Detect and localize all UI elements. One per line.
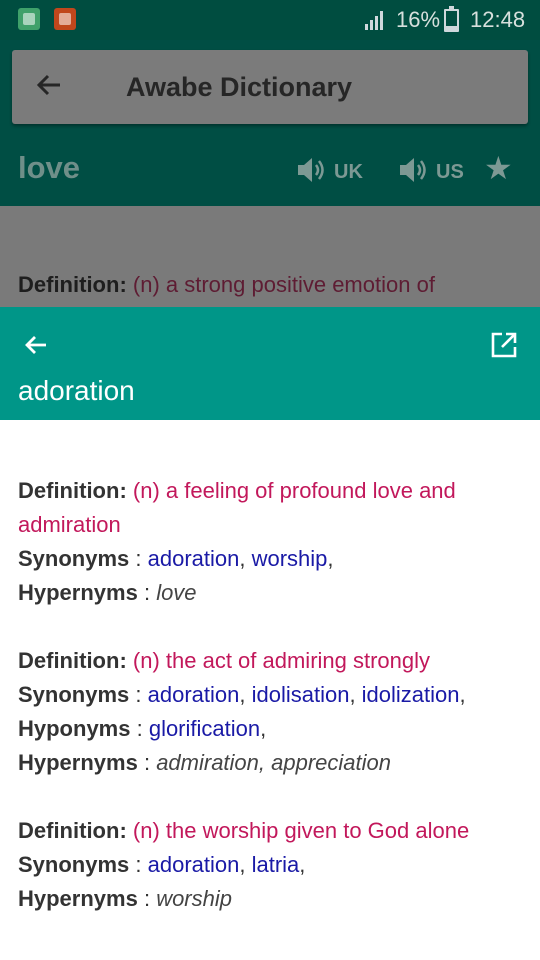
- hyponym-link[interactable]: glorification: [149, 716, 260, 741]
- notification-app-icon: [18, 8, 40, 30]
- definition-label: Definition: [18, 818, 120, 843]
- synonyms-colon: :: [129, 852, 148, 877]
- sense-entry: Definition: (n) the act of admiring stro…: [18, 644, 528, 780]
- hypernyms-line: Hypernyms : admiration, appreciation: [18, 746, 528, 780]
- back-arrow-icon[interactable]: [20, 329, 52, 361]
- battery-percentage: 16%: [396, 7, 441, 32]
- hypernyms-colon: :: [137, 580, 157, 605]
- definition-line: Definition: (n) a feeling of profound lo…: [18, 474, 528, 542]
- synonyms-label: Synonyms: [18, 546, 130, 571]
- signal-icon: [365, 11, 383, 30]
- app-toolbar: Awabe Dictionary: [12, 50, 528, 124]
- synonyms-colon: :: [129, 682, 148, 707]
- sense-entry: Definition: (n) the worship given to God…: [18, 814, 528, 916]
- hypernyms-line: Hypernyms : worship: [18, 882, 528, 916]
- speaker-icon[interactable]: [398, 156, 430, 184]
- pronounce-uk-label[interactable]: UK: [334, 161, 363, 184]
- definition-line: Definition: (n) the act of admiring stro…: [18, 644, 528, 678]
- synonyms-line: Synonyms : adoration, idolisation, idoli…: [18, 682, 466, 707]
- hypernyms-line: Hypernyms : love: [18, 576, 528, 610]
- synonyms-line: Synonyms : adoration, latria,: [18, 852, 306, 877]
- sheet-word-title: adoration: [18, 375, 135, 406]
- app-title: Awabe Dictionary: [126, 72, 353, 102]
- notification-app-icon: [54, 8, 76, 30]
- synonym-link[interactable]: idolisation: [252, 682, 350, 707]
- definition-colon: :: [119, 818, 127, 843]
- speaker-icon[interactable]: [296, 156, 328, 184]
- sense-entry: Definition: (n) a feeling of profound lo…: [18, 474, 528, 610]
- synonym-link[interactable]: worship: [252, 546, 328, 571]
- hypernyms-label: Hypernyms: [18, 886, 138, 911]
- star-icon[interactable]: ★: [484, 152, 513, 184]
- hyponyms-label: Hyponyms: [18, 716, 131, 741]
- definition-label: Definition: [18, 272, 120, 297]
- definition-line: Definition: (n) the worship given to God…: [18, 814, 528, 848]
- synonyms-colon: :: [129, 546, 148, 571]
- definition-colon: :: [119, 272, 127, 297]
- headword: love: [18, 150, 81, 185]
- synonym-link[interactable]: adoration: [148, 682, 240, 707]
- back-arrow-icon[interactable]: [34, 70, 64, 100]
- hypernyms-text: admiration, appreciation: [156, 750, 391, 775]
- synonyms-label: Synonyms: [18, 852, 130, 877]
- synonym-link[interactable]: adoration: [148, 852, 240, 877]
- synonyms-line: Synonyms : adoration, worship,: [18, 546, 334, 571]
- status-bar: 16% 12:48: [0, 0, 540, 40]
- hypernyms-colon: :: [137, 750, 157, 775]
- pronounce-us-label[interactable]: US: [436, 161, 464, 184]
- definition-label: Definition: [18, 478, 120, 503]
- definition-colon: :: [119, 478, 127, 503]
- background-definition: Definition: (n) a strong positive emotio…: [18, 272, 435, 298]
- definition-text: (n) a strong positive emotion of: [132, 272, 435, 297]
- sheet-body: Definition: (n) a feeling of profound lo…: [0, 420, 540, 960]
- open-external-icon[interactable]: [488, 329, 520, 361]
- definition-area: Definition: (n) a strong positive emotio…: [0, 206, 540, 307]
- hyponyms-line: Hyponyms : glorification,: [18, 716, 267, 741]
- definition-colon: :: [119, 648, 127, 673]
- sheet-header: adoration: [0, 307, 540, 420]
- hypernyms-label: Hypernyms: [18, 750, 138, 775]
- hypernyms-label: Hypernyms: [18, 580, 138, 605]
- definition-text: (n) the worship given to God alone: [132, 818, 470, 843]
- battery-icon: [444, 6, 459, 32]
- background-dictionary-screen: Awabe Dictionary love UK US ★ Definition…: [0, 40, 540, 307]
- hypernyms-colon: :: [137, 886, 157, 911]
- synonym-link[interactable]: adoration: [148, 546, 240, 571]
- clock: 12:48: [470, 7, 526, 32]
- synonyms-label: Synonyms: [18, 682, 130, 707]
- hypernyms-text: worship: [156, 886, 232, 911]
- word-header: Awabe Dictionary love UK US ★: [0, 40, 540, 206]
- hyponyms-colon: :: [130, 716, 149, 741]
- definition-text: (n) the act of admiring strongly: [132, 648, 431, 673]
- definition-label: Definition: [18, 648, 120, 673]
- hypernyms-text: love: [156, 580, 197, 605]
- synonym-link[interactable]: idolization: [362, 682, 460, 707]
- synonym-link[interactable]: latria: [252, 852, 300, 877]
